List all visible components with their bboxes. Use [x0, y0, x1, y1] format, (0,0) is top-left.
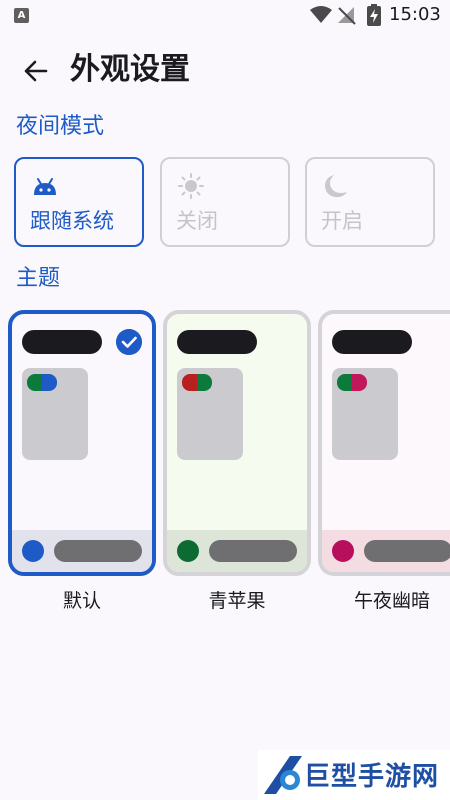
theme-card-default[interactable] — [8, 310, 156, 576]
checkmark-icon — [116, 329, 142, 355]
wifi-icon — [310, 6, 332, 23]
theme-preview-top-bar — [332, 330, 412, 354]
theme-preview-panel — [332, 368, 398, 460]
theme-card-midnight[interactable] — [318, 310, 450, 576]
night-mode-option-label: 开启 — [321, 209, 363, 233]
night-mode-option-label: 跟随系统 — [30, 209, 114, 233]
theme-preview-dot — [22, 540, 44, 562]
status-time: 15:03 — [389, 4, 441, 25]
night-mode-section-label: 夜间模式 — [16, 114, 105, 139]
no-signal-icon — [338, 7, 356, 25]
theme-color-swatch — [182, 374, 212, 391]
watermark: 巨型手游网 — [258, 750, 450, 800]
theme-preview-panel — [177, 368, 243, 460]
theme-preview-top-bar — [22, 330, 102, 354]
night-mode-on-option[interactable]: 开启 — [305, 157, 435, 247]
sun-icon — [178, 173, 204, 199]
theme-section-label: 主题 — [16, 266, 61, 291]
theme-label-midnight: 午夜幽暗 — [353, 590, 430, 612]
theme-preview-bottom-pill — [209, 540, 297, 562]
theme-preview-dot — [332, 540, 354, 562]
page-title: 外观设置 — [70, 52, 190, 87]
theme-preview-dot — [177, 540, 199, 562]
night-mode-option-label: 关闭 — [176, 209, 218, 233]
arrow-left-icon — [24, 60, 48, 82]
night-mode-follow-system-option[interactable]: 跟随系统 — [14, 157, 144, 247]
status-bar: A 15:03 — [0, 0, 450, 32]
theme-color-swatch — [27, 374, 57, 391]
watermark-text: 巨型手游网 — [304, 762, 440, 792]
theme-preview-bottom-bar — [322, 530, 450, 572]
theme-preview-bottom-bar — [167, 530, 307, 572]
moon-icon — [325, 175, 347, 198]
theme-color-swatch — [337, 374, 367, 391]
battery-charging-icon — [367, 4, 381, 26]
theme-preview-top-bar — [177, 330, 257, 354]
watermark-logo-icon — [264, 756, 302, 794]
back-button[interactable] — [18, 54, 52, 88]
theme-preview-bottom-pill — [54, 540, 142, 562]
theme-preview-panel — [22, 368, 88, 460]
a-app-icon: A — [14, 8, 29, 23]
android-icon — [34, 178, 56, 195]
theme-preview-bottom-pill — [364, 540, 450, 562]
theme-preview-bottom-bar — [12, 530, 152, 572]
theme-card-green-apple[interactable] — [163, 310, 311, 576]
night-mode-off-option[interactable]: 关闭 — [160, 157, 290, 247]
theme-label-default: 默认 — [62, 590, 101, 612]
theme-label-green-apple: 青苹果 — [208, 590, 266, 612]
